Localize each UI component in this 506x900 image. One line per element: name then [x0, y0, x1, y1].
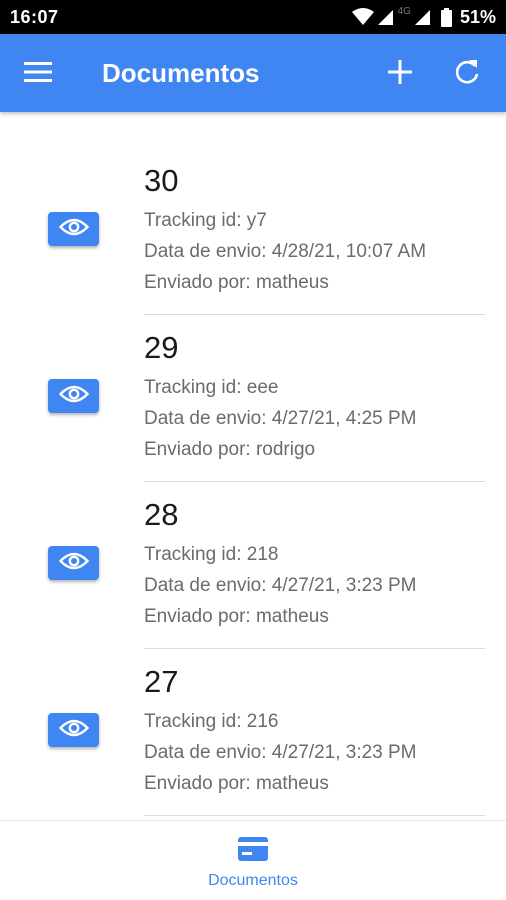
divider: [144, 815, 485, 816]
tracking-id: Tracking id: eee: [144, 377, 279, 398]
document-info: 27 Tracking id: 216 Data de envio: 4/27/…: [144, 665, 417, 799]
menu-button[interactable]: [18, 58, 58, 90]
document-info: 30 Tracking id: y7 Data de envio: 4/28/2…: [144, 164, 426, 298]
list-item[interactable]: 28 Tracking id: 218 Data de envio: 4/27/…: [0, 482, 506, 649]
battery-icon: [440, 7, 452, 27]
battery-percent: 51%: [459, 6, 496, 27]
app-bar: Documentos: [0, 34, 506, 112]
eye-icon: [58, 718, 89, 743]
wifi-icon: [351, 8, 374, 26]
signal-icon: [414, 8, 431, 26]
tab-label: Documentos: [208, 872, 298, 889]
eye-icon: [58, 384, 89, 409]
tab-documentos[interactable]: Documentos: [190, 831, 316, 895]
status-time: 16:07: [10, 6, 59, 27]
tracking-id: Tracking id: 218: [144, 544, 279, 565]
eye-icon: [58, 551, 89, 576]
view-document-button[interactable]: [48, 379, 99, 413]
eye-icon: [58, 217, 89, 242]
document-info: 28 Tracking id: 218 Data de envio: 4/27/…: [144, 498, 417, 632]
send-date: Data de envio: 4/27/21, 3:23 PM: [144, 742, 417, 763]
sender: Enviado por: rodrigo: [144, 439, 316, 460]
sender: Enviado por: matheus: [144, 606, 329, 627]
menu-icon: [24, 61, 52, 87]
send-date: Data de envio: 4/28/21, 10:07 AM: [144, 241, 427, 262]
view-document-button[interactable]: [48, 212, 99, 246]
send-date: Data de envio: 4/27/21, 4:25 PM: [144, 408, 417, 429]
refresh-icon: [453, 58, 481, 91]
add-button[interactable]: [380, 56, 420, 92]
status-bar: 16:07 4G 51%: [0, 0, 506, 34]
card-icon: [238, 837, 268, 866]
page-title: Documentos: [102, 58, 260, 88]
document-number: 30: [144, 163, 179, 198]
status-icons: 4G 51%: [351, 5, 496, 28]
document-number: 29: [144, 330, 179, 365]
document-number: 27: [144, 664, 179, 699]
view-document-button[interactable]: [48, 713, 99, 747]
view-document-button[interactable]: [48, 546, 99, 580]
bottom-nav: Documentos: [0, 820, 506, 900]
list-item[interactable]: 30 Tracking id: y7 Data de envio: 4/28/2…: [0, 148, 506, 315]
list-item[interactable]: 27 Tracking id: 216 Data de envio: 4/27/…: [0, 649, 506, 816]
document-info: 29 Tracking id: eee Data de envio: 4/27/…: [144, 331, 417, 465]
signal-icon: [377, 8, 394, 26]
tracking-id: Tracking id: 216: [144, 711, 279, 732]
send-date: Data de envio: 4/27/21, 3:23 PM: [144, 575, 417, 596]
sender: Enviado por: matheus: [144, 773, 329, 794]
network-type: 4G: [397, 5, 411, 17]
add-icon: [388, 59, 412, 89]
list-item[interactable]: 29 Tracking id: eee Data de envio: 4/27/…: [0, 315, 506, 482]
document-list: 30 Tracking id: y7 Data de envio: 4/28/2…: [0, 148, 506, 816]
document-number: 28: [144, 497, 179, 532]
tracking-id: Tracking id: y7: [144, 210, 267, 231]
refresh-button[interactable]: [446, 56, 488, 92]
sender: Enviado por: matheus: [144, 272, 329, 293]
